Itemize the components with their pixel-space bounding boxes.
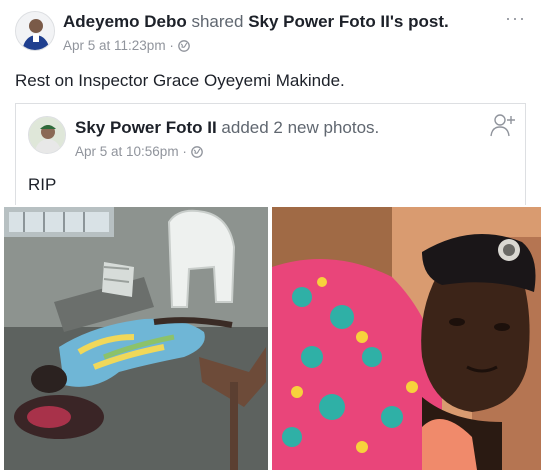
shared-author-avatar[interactable]: [28, 116, 66, 154]
globe-icon: [177, 40, 190, 55]
shared-meta-separator: ·: [178, 144, 191, 159]
action-text: shared: [186, 12, 249, 31]
post-timestamp[interactable]: Apr 5 at 11:23pm: [63, 38, 166, 53]
post-title-line: Adeyemo Debo shared Sky Power Foto II's …: [63, 12, 449, 32]
more-options-icon[interactable]: ···: [505, 8, 526, 29]
meta-separator: ·: [165, 38, 178, 53]
shared-post-text: RIP: [28, 175, 57, 194]
author-avatar[interactable]: [15, 11, 55, 51]
add-friend-icon[interactable]: [489, 112, 517, 138]
post-text: Rest on Inspector Grace Oyeyemi Makinde.: [15, 71, 345, 90]
shared-post-title-line: Sky Power Foto II added 2 new photos.: [75, 118, 379, 138]
shared-action-text: added 2 new photos.: [216, 118, 380, 137]
photo-portrait-with-beret[interactable]: [272, 207, 541, 470]
shared-post-card[interactable]: Sky Power Foto II added 2 new photos. Ap…: [15, 103, 526, 205]
shared-post-timestamp[interactable]: Apr 5 at 10:56pm: [75, 144, 179, 159]
post-link: .: [444, 12, 449, 31]
photo-grid: [4, 207, 541, 470]
globe-icon: [190, 146, 203, 161]
post-header: Adeyemo Debo shared Sky Power Foto II's …: [0, 0, 544, 62]
shared-post-meta: Apr 5 at 10:56pm ·: [75, 144, 203, 161]
shared-author-name-link[interactable]: Sky Power Foto II: [75, 118, 217, 137]
post-meta: Apr 5 at 11:23pm ·: [63, 38, 190, 55]
author-name-link[interactable]: Adeyemo Debo: [63, 12, 187, 31]
photo-body-on-floor[interactable]: [4, 207, 268, 470]
shared-from-link[interactable]: Sky Power Foto II: [248, 12, 390, 31]
shared-suffix: 's post: [389, 12, 444, 31]
